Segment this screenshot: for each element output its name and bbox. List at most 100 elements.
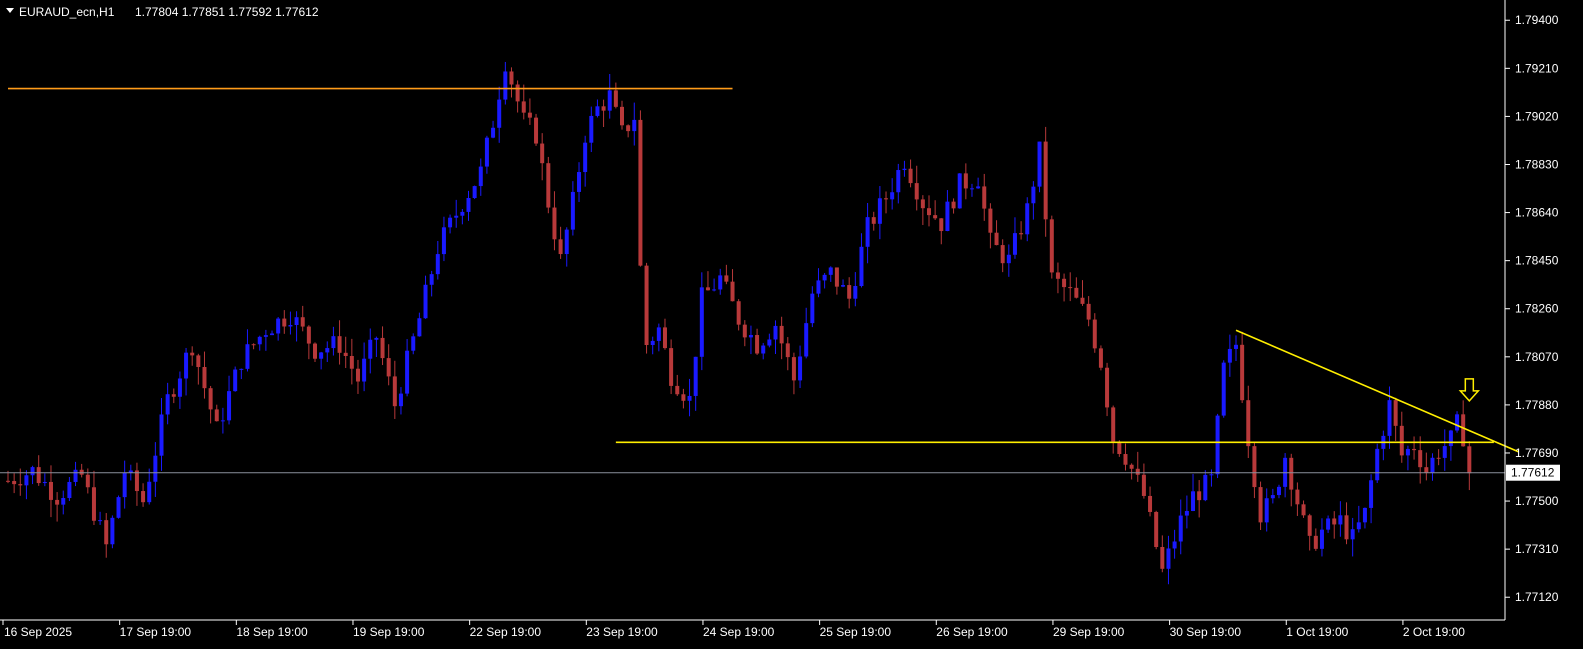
candle-body [1025,203,1030,235]
candle-body [337,336,342,353]
candle-body [841,285,846,287]
candle-body [552,207,557,240]
candle-body [73,469,78,482]
candle-body [890,192,895,200]
candle-body [1227,348,1232,363]
candle-body [1178,515,1183,542]
candle-body [847,285,852,299]
candle-body [595,106,600,116]
candle-body [91,487,96,521]
candle-body [534,117,539,144]
candle-body [1362,507,1367,523]
candle-body [963,173,968,189]
candle-body [884,198,889,200]
candle-body [1172,541,1177,549]
candle-body [853,286,858,299]
candle-body [656,327,661,341]
candle-body [896,170,901,193]
candle-body [1375,448,1380,481]
candle-body [601,106,606,111]
candle-body [386,358,391,377]
price-chart[interactable]: 1.79400 1.79210 1.79020 1.78830 1.78640 1.784… [0,0,1583,649]
candle-body [607,90,612,111]
candle-body [1246,400,1251,447]
triangle-down-icon[interactable] [6,8,14,13]
candle-body [24,475,29,486]
x-tick-label: 2 Oct 19:00 [1403,625,1465,639]
candle-body [48,481,53,500]
candle-body [570,191,575,230]
candle-body [1092,319,1097,349]
x-tick-label: 26 Sep 19:00 [936,625,1008,639]
candle-body [779,325,784,344]
candle-body [527,112,532,118]
candle-body [644,265,649,346]
candle-body [423,284,428,319]
symbol-label: EURAUD_ecn,H1 [19,5,115,19]
candle-body [914,183,919,200]
candle-body [736,301,741,325]
candle-body [1043,141,1048,220]
candle-body [491,127,496,138]
candle-body [705,287,710,291]
down-arrow-icon[interactable] [1458,378,1481,403]
candle-body [362,358,367,382]
candle-body [1209,474,1214,476]
candle-body [1074,287,1079,298]
candle-body [927,208,931,216]
candle-body [245,344,250,369]
candle-body [472,186,477,199]
y-tick-label: 1.78070 [1515,350,1559,364]
candle-body [294,317,299,325]
candle-body [441,227,446,255]
candle-body [724,275,729,282]
candle-body [141,491,146,503]
candle-body [982,186,987,209]
candle-body [791,357,796,381]
candle-body [699,287,704,357]
candle-body [110,517,115,545]
candle-body [1455,414,1460,431]
candle-body [1467,446,1472,474]
candle-body [558,239,563,255]
candle-body [1111,407,1116,442]
candle-body [521,101,526,113]
candle-body [1240,344,1245,401]
y-tick-label: 1.79400 [1515,13,1559,27]
chart-window[interactable]: 1.79400 1.79210 1.79020 1.78830 1.78640 1.784… [0,0,1583,649]
chart-header: EURAUD_ecn,H1 1.77804 1.77851 1.77592 1.… [6,5,319,19]
candle-body [190,352,195,356]
candle-body [227,391,232,421]
candle-body [380,337,385,359]
candle-body [755,334,760,354]
candle-body [448,217,453,228]
candle-body [1031,186,1036,204]
candle-body [1436,457,1441,459]
candle-body [1448,430,1453,447]
y-tick-label: 1.77310 [1515,542,1559,556]
candle-body [460,211,465,216]
candle-body [1313,535,1318,549]
x-tick-label: 17 Sep 19:00 [120,625,192,639]
x-tick-label: 30 Sep 19:00 [1170,625,1242,639]
candle-body [577,172,582,192]
candle-body [55,499,60,505]
candle-body [497,99,502,128]
candle-body [288,324,293,327]
candle-body [828,267,833,275]
candle-body [104,520,109,545]
candle-body [184,352,189,379]
candle-body [951,201,956,209]
candle-body [1055,272,1060,279]
candle-body [6,480,10,482]
x-tick-label: 29 Sep 19:00 [1053,625,1125,639]
candle-body [276,318,281,334]
candle-body [1006,254,1011,264]
candle-body [1326,518,1331,530]
y-tick-label: 1.77880 [1515,398,1559,412]
candle-body [220,420,225,422]
candle-body [147,481,152,503]
candle-body [1203,474,1208,501]
candle-body [1356,522,1361,530]
candle-body [270,333,275,336]
